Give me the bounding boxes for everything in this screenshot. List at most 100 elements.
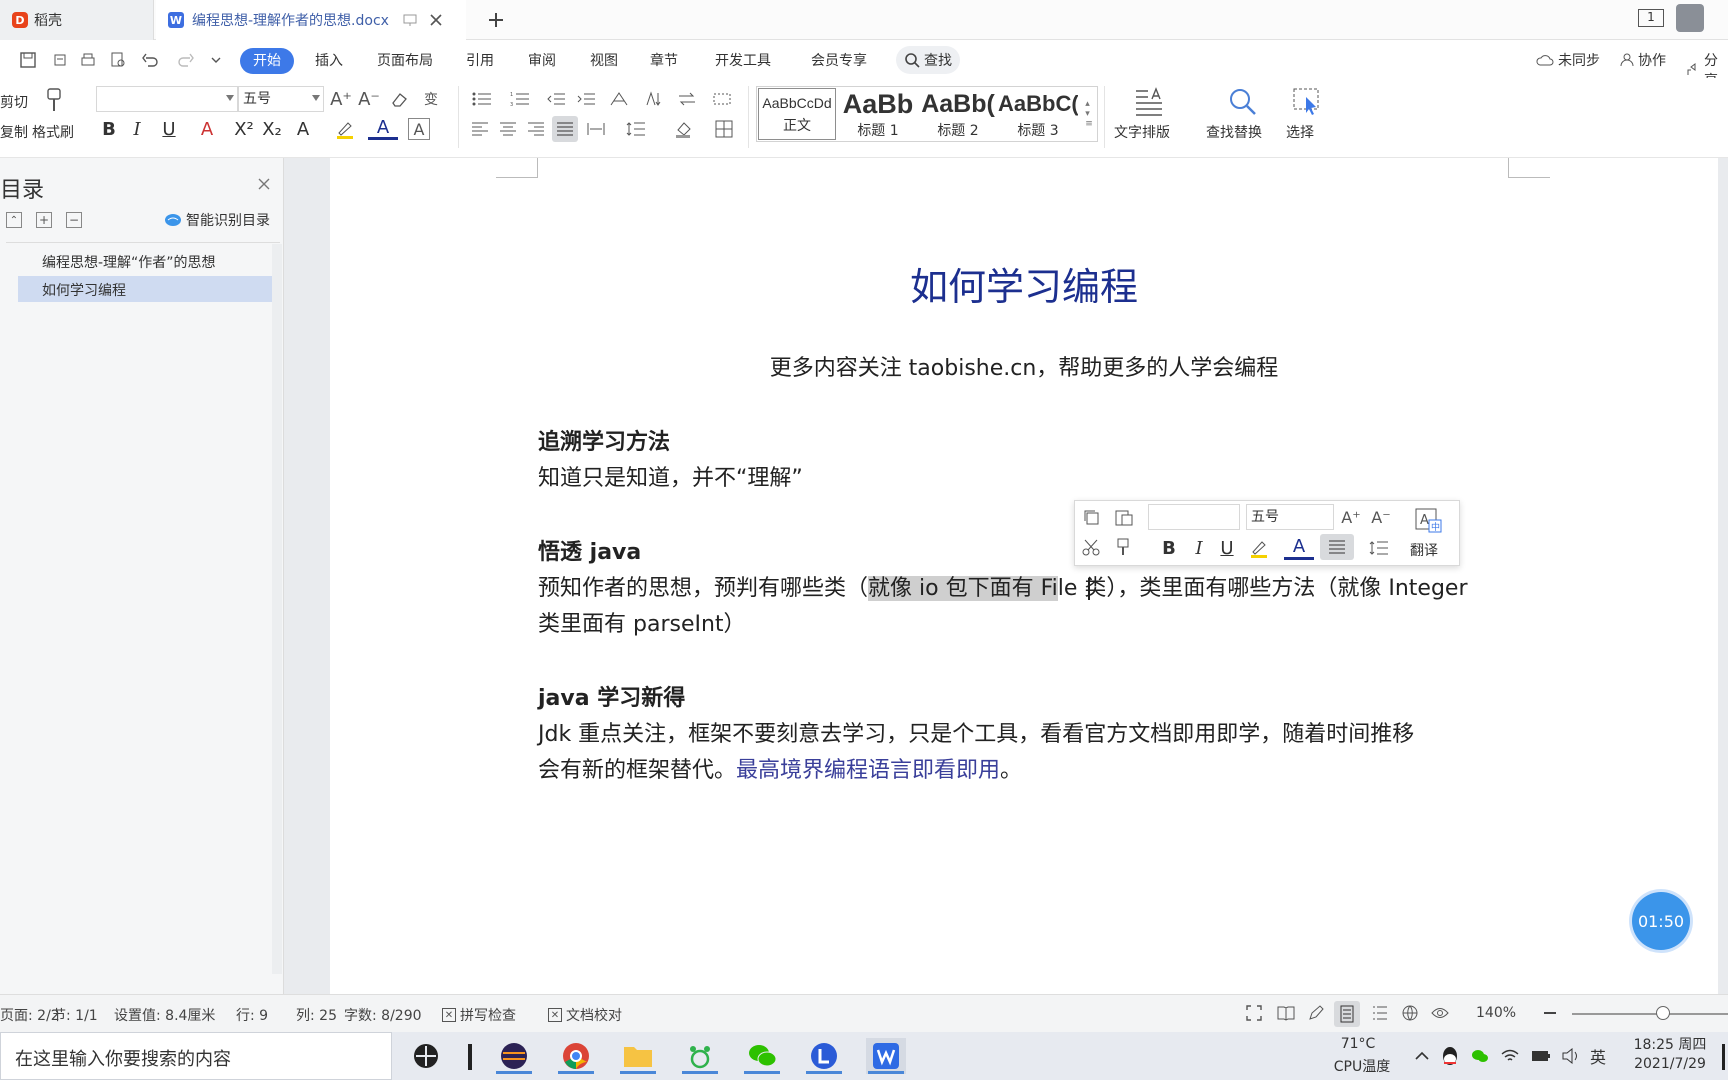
style-normal[interactable]: AaBbCcDd 正文 — [758, 88, 836, 140]
align-center-icon[interactable] — [496, 118, 520, 140]
underline-icon[interactable]: U — [154, 118, 184, 140]
cut-icon[interactable] — [1078, 536, 1104, 558]
text-layout-icon[interactable] — [1132, 86, 1166, 118]
taskbar-app-paw[interactable] — [680, 1038, 720, 1074]
collab-button[interactable]: 协作 — [1620, 50, 1666, 70]
eye-protection-icon[interactable] — [1430, 1003, 1450, 1023]
wechat-tray-icon[interactable] — [1470, 1046, 1490, 1066]
quick-print-icon[interactable] — [50, 50, 70, 70]
page-count-badge[interactable]: 1 — [1638, 9, 1664, 27]
mini-italic-icon[interactable]: I — [1186, 536, 1212, 560]
page-indicator[interactable]: 页面: 2/2 — [0, 1005, 60, 1025]
mini-justify-icon[interactable] — [1320, 534, 1354, 560]
avatar[interactable] — [1676, 4, 1704, 32]
mini-shrink-font-icon[interactable]: A⁻ — [1368, 506, 1394, 528]
word-count[interactable]: 字数: 8/290 — [344, 1005, 422, 1025]
phonetic-guide-icon[interactable]: 变 — [416, 88, 446, 110]
align-left-icon[interactable] — [468, 118, 492, 140]
zoom-out-icon[interactable] — [1540, 1003, 1560, 1023]
translate-icon[interactable]: A中 — [1412, 506, 1446, 536]
superscript-icon[interactable]: X² — [232, 118, 256, 140]
clock-date[interactable]: 2021/7/29 — [1622, 1056, 1718, 1072]
numbered-list-icon[interactable]: 13 — [506, 88, 534, 110]
text-effect-icon[interactable]: A — [290, 118, 316, 140]
copy-icon[interactable] — [1078, 506, 1104, 528]
redo-icon[interactable] — [176, 50, 196, 70]
taskbar-app-eclipse[interactable] — [494, 1038, 534, 1074]
mini-line-spacing-icon[interactable] — [1362, 536, 1396, 560]
strikethrough-icon[interactable]: A — [192, 118, 222, 140]
format-painter-icon[interactable] — [40, 86, 68, 116]
bullet-list-icon[interactable] — [468, 88, 496, 110]
font-size-chevron-icon[interactable] — [310, 92, 322, 104]
zoom-level[interactable]: 140% — [1476, 1005, 1516, 1021]
styles-scroll-icon[interactable]: ▴ ▾ ≡ — [1082, 90, 1096, 138]
ime-indicator[interactable]: 英 — [1590, 1044, 1606, 1068]
cut-button[interactable]: 剪切 — [0, 92, 28, 112]
translate-label[interactable]: 翻译 — [1410, 540, 1438, 560]
task-view-app[interactable] — [406, 1038, 446, 1074]
battery-icon[interactable] — [1530, 1046, 1552, 1066]
italic-icon[interactable]: I — [126, 118, 148, 140]
edit-mode-icon[interactable] — [1306, 1003, 1326, 1023]
menu-chapter[interactable]: 章节 — [644, 48, 684, 74]
style-heading-2[interactable]: AaBb( 标题 2 — [918, 88, 998, 140]
wifi-icon[interactable] — [1500, 1046, 1520, 1066]
menu-dev-tools[interactable]: 开发工具 — [710, 48, 776, 74]
select-icon[interactable] — [1290, 86, 1324, 118]
subscript-icon[interactable]: X₂ — [260, 118, 284, 140]
zoom-slider[interactable] — [1572, 1013, 1728, 1015]
highlight-icon[interactable] — [330, 118, 360, 140]
zoom-slider-thumb[interactable] — [1656, 1006, 1670, 1020]
sync-status[interactable]: 未同步 — [1536, 50, 1600, 70]
menu-view[interactable]: 视图 — [584, 48, 624, 74]
taskbar-app-wechat[interactable] — [742, 1038, 782, 1074]
mini-underline-icon[interactable]: U — [1214, 536, 1240, 560]
collapse-up-icon[interactable]: ⌃ — [6, 212, 22, 228]
smart-toc-button[interactable]: 智能识别目录 — [164, 210, 270, 230]
mini-grow-font-icon[interactable]: A⁺ — [1338, 506, 1364, 528]
font-name-select[interactable] — [96, 86, 238, 112]
font-color-icon[interactable]: A — [368, 117, 398, 140]
mini-highlight-icon[interactable] — [1244, 536, 1274, 560]
increase-indent-icon[interactable] — [574, 88, 598, 110]
print-preview-icon[interactable] — [108, 50, 128, 70]
mini-font-name-select[interactable] — [1148, 504, 1240, 530]
select-label[interactable]: 选择 — [1286, 122, 1314, 142]
qq-icon[interactable] — [1440, 1044, 1460, 1068]
monitor-icon[interactable] — [403, 13, 417, 27]
show-desktop-button[interactable] — [1722, 1044, 1725, 1070]
taskbar-app-wps[interactable] — [866, 1038, 906, 1074]
tab-document[interactable]: W 编程思想-理解作者的思想.docx — [156, 0, 466, 40]
mini-bold-icon[interactable]: B — [1156, 536, 1182, 560]
text-layout-label[interactable]: 文字排版 — [1114, 122, 1170, 142]
timer-badge[interactable]: 01:50 — [1632, 892, 1690, 950]
paste-icon[interactable] — [1108, 506, 1142, 528]
undo-icon[interactable] — [138, 50, 162, 70]
close-pane-icon[interactable] — [256, 176, 272, 192]
customize-chevron-icon[interactable] — [208, 52, 224, 68]
collapse-icon[interactable]: − — [66, 212, 82, 228]
new-tab-icon[interactable] — [484, 8, 508, 32]
table-borders-icon[interactable] — [710, 88, 734, 110]
mini-format-painter-icon[interactable] — [1110, 536, 1136, 558]
print-icon[interactable] — [78, 50, 98, 70]
align-right-icon[interactable] — [524, 118, 548, 140]
mini-font-color-icon[interactable]: A — [1284, 536, 1314, 560]
shading-icon[interactable] — [668, 118, 700, 140]
tray-chevron-icon[interactable] — [1412, 1046, 1432, 1066]
menu-page-layout[interactable]: 页面布局 — [372, 48, 438, 74]
outline-view-icon[interactable] — [1370, 1003, 1390, 1023]
borders-icon[interactable] — [708, 118, 740, 140]
distribute-icon[interactable] — [584, 118, 608, 140]
menu-member[interactable]: 会员专享 — [806, 48, 872, 74]
clock-time[interactable]: 18:25 周四 — [1622, 1034, 1718, 1054]
bold-icon[interactable]: B — [98, 118, 120, 140]
page-view-icon[interactable] — [1334, 1001, 1360, 1027]
copy-button[interactable]: 复制 — [0, 122, 28, 142]
mini-font-size-select[interactable]: 五号 — [1246, 504, 1334, 530]
spell-check-button[interactable]: ✕ 拼写检查 — [442, 1005, 516, 1025]
menu-references[interactable]: 引用 — [460, 48, 500, 74]
char-border-icon[interactable]: A — [408, 118, 430, 140]
save-icon[interactable] — [18, 50, 38, 70]
